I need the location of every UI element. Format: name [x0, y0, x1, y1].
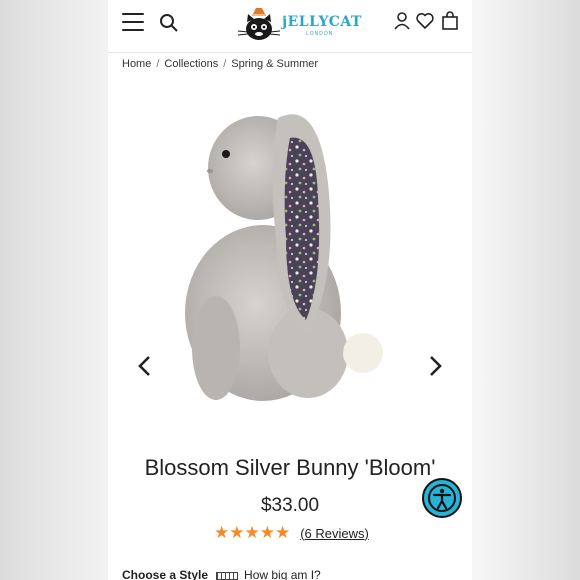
- logo-text: jELLYCAT: [282, 14, 362, 30]
- menu-icon[interactable]: [122, 13, 144, 31]
- jellycat-logo[interactable]: jELLYCAT LONDON: [236, 4, 361, 46]
- breadcrumb-spring-summer[interactable]: Spring & Summer: [231, 58, 318, 70]
- search-icon[interactable]: [159, 13, 179, 33]
- product-title: Blossom Silver Bunny 'Bloom': [144, 455, 436, 480]
- ruler-icon: [216, 571, 239, 580]
- breadcrumb-separator: /: [223, 58, 227, 70]
- logo-subtext: LONDON: [306, 31, 334, 37]
- product-image: [185, 114, 383, 401]
- mobile-page: jELLYCAT LONDON Home / Collections / Spring …: [108, 0, 472, 580]
- how-big-link[interactable]: How big am I?: [244, 568, 321, 580]
- breadcrumb-collections[interactable]: Collections: [164, 58, 218, 70]
- rating-stars: ★★★★★: [214, 523, 291, 542]
- heart-icon[interactable]: [415, 11, 435, 31]
- accessibility-button[interactable]: [422, 478, 462, 518]
- product-rating: ★★★★★ (6 Reviews): [214, 524, 369, 542]
- bag-icon[interactable]: [440, 11, 460, 31]
- reviews-link[interactable]: (6 Reviews): [300, 526, 369, 541]
- accessibility-icon: [428, 484, 456, 512]
- breadcrumb-home[interactable]: Home: [122, 58, 151, 70]
- account-icon[interactable]: [392, 11, 412, 31]
- chevron-left-icon[interactable]: [134, 353, 156, 379]
- style-options-row: Choose a Style How big am I?: [122, 568, 321, 580]
- chevron-right-icon[interactable]: [424, 353, 446, 379]
- product-price: $33.00: [260, 495, 320, 516]
- breadcrumb-separator: /: [156, 58, 160, 70]
- cat-logo-icon: [237, 8, 280, 40]
- breadcrumb: Home / Collections / Spring & Summer: [122, 58, 318, 70]
- choose-style-label: Choose a Style: [122, 568, 209, 580]
- site-header: jELLYCAT LONDON: [108, 0, 472, 53]
